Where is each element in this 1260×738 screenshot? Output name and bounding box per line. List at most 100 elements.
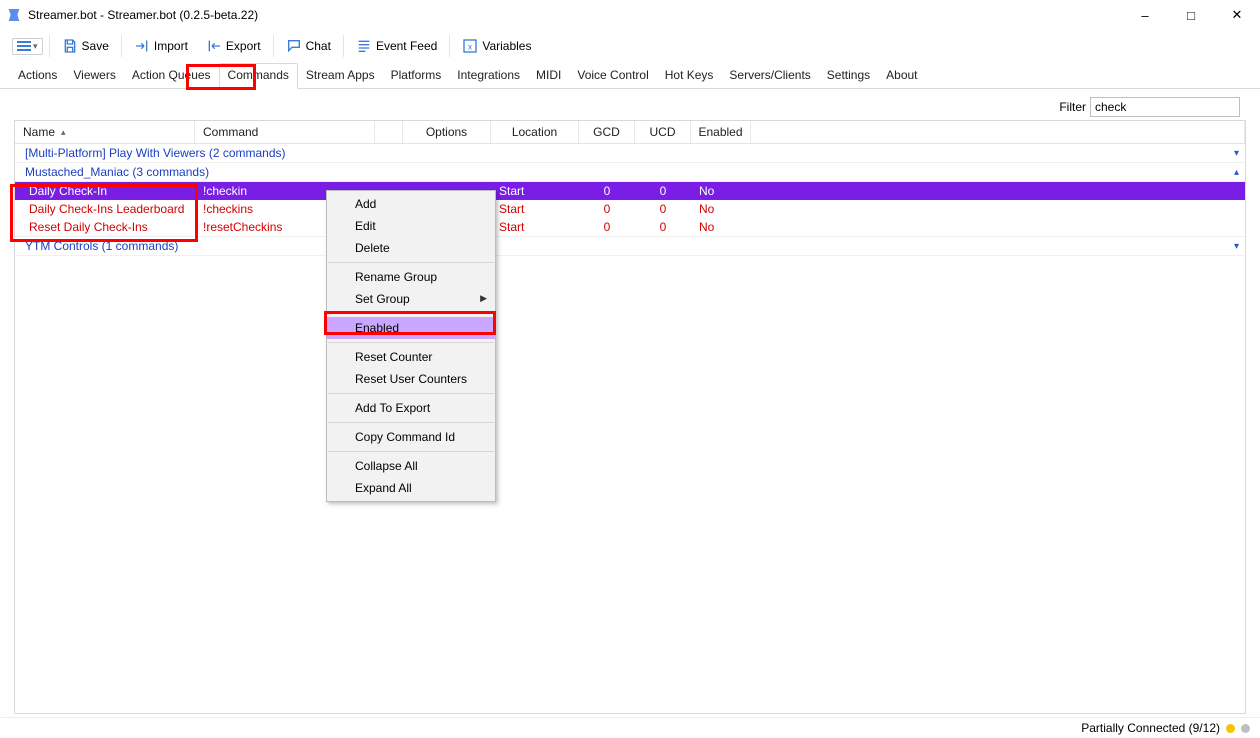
cell-name: Daily Check-In — [15, 184, 195, 198]
export-button[interactable]: Export — [200, 36, 267, 56]
cell-location: Start — [491, 202, 579, 216]
separator — [328, 313, 494, 314]
context-menu: Add Edit Delete Rename Group Set Group E… — [326, 190, 496, 502]
tab-actions[interactable]: Actions — [10, 64, 65, 88]
maximize-button[interactable]: □ — [1168, 0, 1214, 30]
status-dot-idle-icon — [1241, 724, 1250, 733]
chat-button[interactable]: Chat — [280, 36, 337, 56]
separator — [328, 422, 494, 423]
col-header-rest — [751, 121, 1245, 143]
menu-button[interactable]: ▾ — [12, 38, 43, 55]
tab-about[interactable]: About — [878, 64, 925, 88]
window-controls: – □ ✕ — [1122, 0, 1260, 30]
tab-hot-keys[interactable]: Hot Keys — [657, 64, 722, 88]
group-label: YTM Controls (1 commands) — [25, 239, 178, 253]
ctx-reset-user-counters[interactable]: Reset User Counters — [327, 368, 495, 390]
eventfeed-button[interactable]: Event Feed — [350, 36, 443, 56]
variables-button[interactable]: x Variables — [456, 36, 537, 56]
col-header-location[interactable]: Location — [491, 121, 579, 143]
group-mustached-maniac[interactable]: Mustached_Maniac (3 commands) ▴ — [15, 163, 1245, 182]
ctx-copy-command-id[interactable]: Copy Command Id — [327, 426, 495, 448]
separator — [343, 35, 344, 57]
svg-text:x: x — [468, 42, 472, 51]
minimize-button[interactable]: – — [1122, 0, 1168, 30]
ctx-add[interactable]: Add — [327, 193, 495, 215]
status-text: Partially Connected (9/12) — [1081, 721, 1220, 735]
chevron-down-icon: ▾ — [1234, 148, 1239, 159]
titlebar: Streamer.bot - Streamer.bot (0.2.5-beta.… — [0, 0, 1260, 30]
separator — [273, 35, 274, 57]
ctx-delete[interactable]: Delete — [327, 237, 495, 259]
cell-gcd: 0 — [579, 220, 635, 234]
tab-midi[interactable]: MIDI — [528, 64, 569, 88]
separator — [328, 342, 494, 343]
cell-gcd: 0 — [579, 184, 635, 198]
cell-enabled: No — [691, 184, 751, 198]
tab-integrations[interactable]: Integrations — [449, 64, 528, 88]
tab-stream-apps[interactable]: Stream Apps — [298, 64, 383, 88]
tab-viewers[interactable]: Viewers — [65, 64, 123, 88]
group-ytm-controls[interactable]: YTM Controls (1 commands) ▾ — [15, 236, 1245, 256]
tab-voice-control[interactable]: Voice Control — [569, 64, 656, 88]
tab-action-queues[interactable]: Action Queues — [124, 64, 219, 88]
command-row-daily-checkin[interactable]: Daily Check-In !checkin Start 0 0 No — [15, 182, 1245, 200]
ctx-expand-all[interactable]: Expand All — [327, 477, 495, 499]
variables-icon: x — [462, 38, 478, 54]
col-header-command[interactable]: Command — [195, 121, 375, 143]
ctx-collapse-all[interactable]: Collapse All — [327, 455, 495, 477]
ctx-enabled[interactable]: Enabled — [327, 317, 495, 339]
tab-commands[interactable]: Commands — [219, 63, 298, 89]
separator — [328, 451, 494, 452]
cell-name: Daily Check-Ins Leaderboard — [15, 202, 195, 216]
ctx-set-group[interactable]: Set Group — [327, 288, 495, 310]
sort-indicator-icon: ▴ — [61, 127, 66, 138]
command-row-daily-checkins-leaderboard[interactable]: Daily Check-Ins Leaderboard !checkins St… — [15, 200, 1245, 218]
import-button[interactable]: Import — [128, 36, 194, 56]
col-header-gcd[interactable]: GCD — [579, 121, 635, 143]
filter-label: Filter — [1059, 100, 1086, 114]
group-label: [Multi-Platform] Play With Viewers (2 co… — [25, 146, 286, 160]
separator — [121, 35, 122, 57]
separator — [449, 35, 450, 57]
group-play-with-viewers[interactable]: [Multi-Platform] Play With Viewers (2 co… — [15, 144, 1245, 163]
cell-ucd: 0 — [635, 202, 691, 216]
import-label: Import — [154, 39, 188, 53]
window-title: Streamer.bot - Streamer.bot (0.2.5-beta.… — [28, 8, 1122, 22]
status-dot-warning-icon — [1226, 724, 1235, 733]
ctx-reset-counter[interactable]: Reset Counter — [327, 346, 495, 368]
app-icon — [6, 7, 22, 23]
ctx-edit[interactable]: Edit — [327, 215, 495, 237]
close-button[interactable]: ✕ — [1214, 0, 1260, 30]
ctx-rename-group[interactable]: Rename Group — [327, 266, 495, 288]
col-header-ucd[interactable]: UCD — [635, 121, 691, 143]
filter-input[interactable] — [1090, 97, 1240, 117]
separator — [49, 35, 50, 57]
tab-platforms[interactable]: Platforms — [383, 64, 450, 88]
variables-label: Variables — [482, 39, 531, 53]
col-header-name[interactable]: Name ▴ — [15, 121, 195, 143]
save-button[interactable]: Save — [56, 36, 115, 56]
eventfeed-icon — [356, 38, 372, 54]
col-header-gap — [375, 121, 403, 143]
save-label: Save — [82, 39, 109, 53]
save-icon — [62, 38, 78, 54]
tabstrip: Actions Viewers Action Queues Commands S… — [0, 64, 1260, 89]
col-header-options[interactable]: Options — [403, 121, 491, 143]
group-label: Mustached_Maniac (3 commands) — [25, 165, 209, 179]
separator — [328, 393, 494, 394]
cell-location: Start — [491, 220, 579, 234]
col-header-enabled[interactable]: Enabled — [691, 121, 751, 143]
eventfeed-label: Event Feed — [376, 39, 437, 53]
tab-settings[interactable]: Settings — [819, 64, 878, 88]
import-icon — [134, 38, 150, 54]
chat-icon — [286, 38, 302, 54]
separator — [328, 262, 494, 263]
cell-ucd: 0 — [635, 220, 691, 234]
cell-enabled: No — [691, 220, 751, 234]
filter-bar: Filter — [1053, 94, 1246, 122]
command-row-reset-daily-checkins[interactable]: Reset Daily Check-Ins !resetCheckins Sta… — [15, 218, 1245, 236]
cell-location: Start — [491, 184, 579, 198]
ctx-add-to-export[interactable]: Add To Export — [327, 397, 495, 419]
tab-servers-clients[interactable]: Servers/Clients — [721, 64, 818, 88]
chat-label: Chat — [306, 39, 331, 53]
